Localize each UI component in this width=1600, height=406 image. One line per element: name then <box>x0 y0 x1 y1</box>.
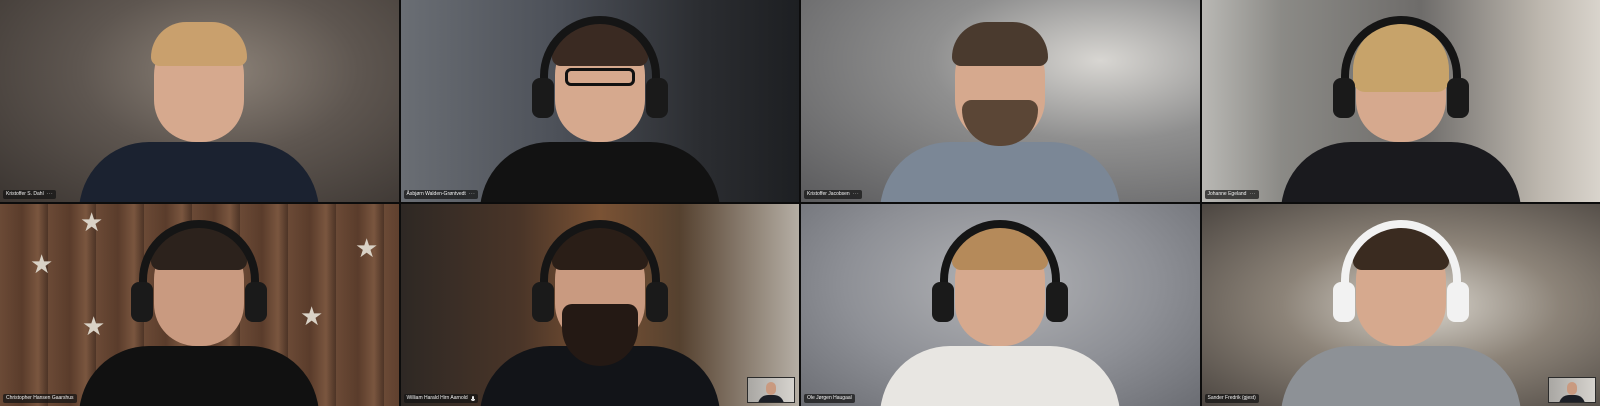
participant-video <box>470 216 730 406</box>
more-options-icon[interactable]: ··· <box>1249 191 1256 198</box>
participant-name-label: Kristoffer S. Dahl ··· <box>3 190 57 199</box>
participant-name: William Harald Hirn Aarnold <box>406 395 468 401</box>
video-tile-christopher-gaarshus[interactable]: ★ ★ ★ ★ ★ Christopher Hansen Gaarshus <box>0 204 399 406</box>
participant-video <box>870 216 1130 406</box>
participant-video <box>870 12 1130 202</box>
participant-video <box>470 12 730 202</box>
participant-name: Johanne Egeland <box>1207 191 1247 197</box>
participant-name-label: Åsbjørn Walden-Grøntvedt ··· <box>403 190 479 199</box>
participant-name-label: Christopher Hansen Gaarshus <box>3 394 77 403</box>
participant-name: Kristoffer Jacobsen <box>807 191 850 197</box>
star-decoration: ★ <box>30 250 54 280</box>
participant-name: Kristoffer S. Dahl <box>6 191 44 197</box>
participant-name-label: Kristoffer Jacobsen ··· <box>804 190 863 199</box>
star-decoration: ★ <box>355 234 379 264</box>
video-tile-johanne-egeland[interactable]: Johanne Egeland ··· <box>1201 0 1600 202</box>
video-tile-ole-haugaal[interactable]: Ole Jørgen Haugaal <box>801 204 1200 406</box>
video-tile-kristoffer-dahl[interactable]: Kristoffer S. Dahl ··· <box>0 0 399 202</box>
more-options-icon[interactable]: ··· <box>469 191 476 198</box>
participant-name-label: William Harald Hirn Aarnold <box>403 394 478 403</box>
participant-video <box>69 216 329 406</box>
headset-icon <box>1340 16 1461 116</box>
participant-name-label: Ole Jørgen Haugaal <box>804 394 855 403</box>
video-tile-kristoffer-jacobsen[interactable]: Kristoffer Jacobsen ··· <box>801 0 1200 202</box>
headset-icon <box>539 220 660 320</box>
self-view-thumbnail[interactable] <box>747 377 795 403</box>
video-grid: Kristoffer S. Dahl ··· Åsbjørn Walden-Gr… <box>0 0 1600 406</box>
headset-icon <box>940 220 1061 320</box>
more-options-icon[interactable]: ··· <box>47 191 54 198</box>
self-view-thumbnail[interactable] <box>1548 377 1596 403</box>
video-tile-sander-fredrik[interactable]: Sander Fredrik (gjest) <box>1201 204 1600 406</box>
participant-video <box>69 12 329 202</box>
participant-video <box>1271 216 1531 406</box>
participant-name-label: Johanne Egeland ··· <box>1204 190 1259 199</box>
video-tile-asbjorn-walden[interactable]: Åsbjørn Walden-Grøntvedt ··· <box>400 0 799 202</box>
participant-name: Sander Fredrik (gjest) <box>1207 395 1256 401</box>
participant-name-label: Sander Fredrik (gjest) <box>1204 394 1259 403</box>
participant-video <box>1271 12 1531 202</box>
more-options-icon[interactable]: ··· <box>853 191 860 198</box>
video-tile-william-aarnold[interactable]: William Harald Hirn Aarnold <box>400 204 799 406</box>
headset-icon <box>139 220 260 320</box>
headset-icon <box>1340 220 1461 320</box>
microphone-icon[interactable] <box>470 395 475 402</box>
participant-name: Ole Jørgen Haugaal <box>807 395 852 401</box>
headset-icon <box>539 16 660 116</box>
glasses <box>564 68 635 86</box>
participant-name: Åsbjørn Walden-Grøntvedt <box>406 191 466 197</box>
participant-name: Christopher Hansen Gaarshus <box>6 395 74 401</box>
